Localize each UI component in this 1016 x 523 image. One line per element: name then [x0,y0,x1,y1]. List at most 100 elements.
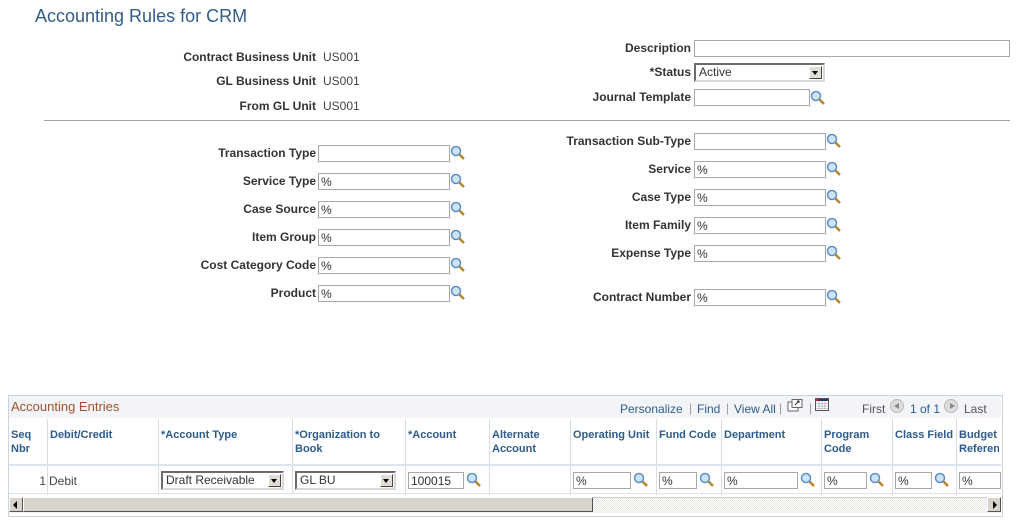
separator: | [689,401,693,415]
debit-credit-cell: Debit [49,474,78,488]
description-input[interactable] [694,40,1010,57]
lookup-icon[interactable] [800,472,816,488]
column-header[interactable]: Alternate Account [492,428,569,456]
lookup-icon[interactable] [869,472,885,488]
column-header[interactable]: Operating Unit [573,428,655,456]
lookup-icon[interactable] [810,90,826,106]
previous-icon[interactable] [890,399,904,413]
separator: | [726,401,730,415]
department-input[interactable]: % [724,472,798,489]
lookup-icon[interactable] [450,201,466,217]
cost-category-code-label: Cost Category Code [200,258,316,272]
lookup-icon[interactable] [450,173,466,189]
column-divider [892,419,893,495]
service-type-input[interactable]: % [318,173,450,190]
next-icon[interactable] [944,399,958,413]
column-header[interactable]: Seq Nbr [11,428,46,456]
fund-code-input[interactable]: % [659,472,697,489]
expense-type-input[interactable]: % [694,245,826,262]
lookup-icon[interactable] [826,289,842,305]
class-field-input[interactable]: % [895,472,932,489]
chevron-down-icon [809,66,822,79]
journal-template-input[interactable] [694,89,810,106]
column-header[interactable]: Budget Reference [959,428,999,456]
budget-reference-input[interactable]: % [959,472,1001,489]
column-divider [821,419,822,495]
row-divider [9,464,1001,466]
lookup-icon[interactable] [826,245,842,261]
org-to-book-select[interactable]: GL BU [295,471,396,490]
chevron-down-icon [268,474,281,487]
case-type-input[interactable]: % [694,189,826,206]
column-divider [956,419,957,495]
column-header[interactable]: Department [724,428,820,456]
lookup-icon[interactable] [466,472,482,488]
last-label[interactable]: Last [964,402,987,416]
case-source-input[interactable]: % [318,201,450,218]
personalize-link[interactable]: Personalize [620,402,683,416]
lookup-icon[interactable] [934,472,950,488]
lookup-icon[interactable] [633,472,649,488]
view-all-link[interactable]: View All [734,402,776,416]
lookup-icon[interactable] [826,217,842,233]
column-header[interactable]: Class Field [895,428,955,456]
lookup-icon[interactable] [826,133,842,149]
column-header[interactable]: Program Code [824,428,891,456]
column-divider [721,419,722,495]
lookup-icon[interactable] [450,257,466,273]
column-header[interactable]: Debit/Credit [50,428,157,456]
contract-number-label: Contract Number [592,290,691,304]
column-header[interactable]: Fund Code [659,428,720,456]
from-gl-label: From GL Unit [239,99,316,113]
item-family-label: Item Family [624,218,691,232]
separator: | [779,401,783,415]
lookup-icon[interactable] [826,161,842,177]
account-input[interactable]: 100015 [408,472,464,489]
item-family-input[interactable]: % [694,217,826,234]
transaction-type-input[interactable] [318,145,450,162]
account-type-select[interactable]: Draft Receivable [161,471,284,490]
status-select[interactable]: Active [694,63,825,82]
column-header[interactable]: *Account Type [161,428,291,456]
separator: | [809,401,813,415]
product-input[interactable]: % [318,285,450,302]
column-divider [47,419,48,495]
lookup-icon[interactable] [450,229,466,245]
download-spreadsheet-icon[interactable] [815,398,829,411]
lookup-icon[interactable] [826,189,842,205]
contract-number-input[interactable]: % [694,289,826,306]
program-code-input[interactable]: % [824,472,867,489]
case-source-label: Case Source [243,202,316,216]
row-divider [9,493,1001,494]
grid-title: Accounting Entries [11,399,120,414]
lookup-icon[interactable] [699,472,715,488]
contract-bu-label: Contract Business Unit [183,50,316,64]
lookup-icon[interactable] [450,285,466,301]
pager-text: 1 of 1 [910,402,941,416]
column-divider [656,419,657,495]
transaction-type-label: Transaction Type [218,146,316,160]
service-type-label: Service Type [242,174,316,188]
page-title: Accounting Rules for CRM [35,6,248,26]
expense-type-label: Expense Type [611,246,691,260]
column-header[interactable]: *Account [408,428,488,456]
new-window-icon[interactable] [787,399,803,412]
service-input[interactable]: % [694,161,826,178]
status-label: *Status [649,65,691,79]
item-group-input[interactable]: % [318,229,450,246]
column-divider [405,419,406,495]
scroll-left-button[interactable] [9,497,23,512]
find-link[interactable]: Find [697,402,720,416]
gl-bu-value: US001 [323,74,360,88]
cost-category-code-input[interactable]: % [318,257,450,274]
scroll-thumb[interactable] [23,497,593,512]
lookup-icon[interactable] [450,145,466,161]
scroll-right-button[interactable] [987,497,1001,512]
from-gl-value: US001 [323,99,360,113]
transaction-sub-type-input[interactable] [694,133,826,150]
first-label[interactable]: First [862,402,885,416]
org-to-book-value: GL BU [300,473,336,487]
column-header[interactable]: *Organization to Book [295,428,404,456]
operating-unit-input[interactable]: % [573,472,631,489]
gl-bu-label: GL Business Unit [216,74,316,88]
